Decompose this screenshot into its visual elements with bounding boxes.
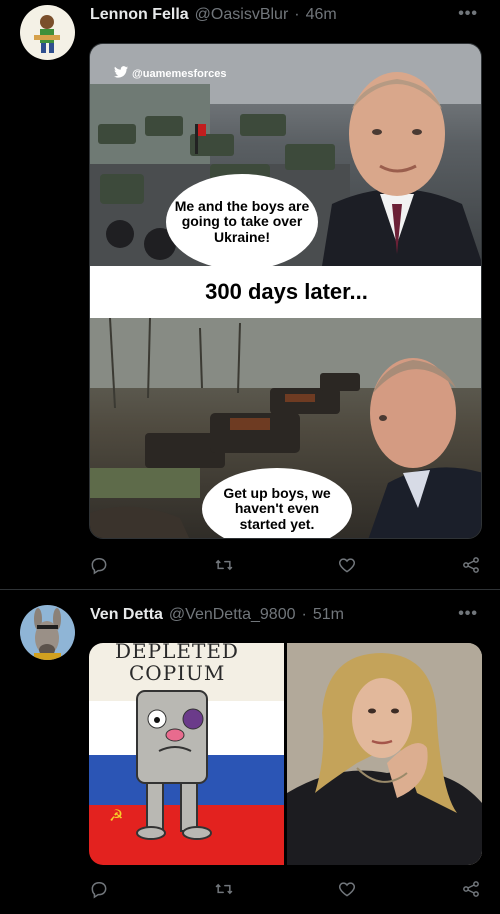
- tweet-media[interactable]: @uamemesforces Me and the boys are going…: [89, 43, 482, 539]
- retweet-icon[interactable]: [213, 878, 235, 900]
- timestamp[interactable]: 51m: [313, 606, 344, 624]
- man-figure: [312, 54, 481, 266]
- reply-icon[interactable]: [88, 554, 110, 576]
- tweet-media-right[interactable]: [287, 643, 482, 865]
- avatar[interactable]: [20, 605, 75, 660]
- user-handle[interactable]: @VenDetta_9800: [169, 606, 296, 624]
- meme-top-panel: @uamemesforces Me and the boys are going…: [90, 44, 481, 270]
- tweet-header: Lennon Fella @OasisvBlur · 46m: [90, 6, 337, 24]
- timestamp[interactable]: 46m: [306, 6, 337, 24]
- tweet-actions: [0, 554, 500, 578]
- meme-caption: 300 days later...: [205, 279, 368, 304]
- tweet[interactable]: Lennon Fella @OasisvBlur · 46m ••• @uame…: [0, 0, 500, 589]
- svg-text:☭: ☭: [109, 806, 123, 825]
- image-caption-line: DEPLETED: [115, 643, 239, 663]
- bird-icon: [114, 66, 128, 81]
- tweet-actions: [0, 878, 500, 902]
- meme-bottom-panel: Get up boys, we haven't even started yet…: [90, 318, 481, 538]
- tweet-header: Ven Detta @VenDetta_9800 · 51m: [90, 606, 344, 624]
- speech-bubble-top: Me and the boys are going to take over U…: [166, 174, 318, 270]
- avatar[interactable]: [20, 5, 75, 60]
- like-icon[interactable]: [336, 878, 358, 900]
- display-name[interactable]: Ven Detta: [90, 606, 163, 624]
- image-caption-line: COPIUM: [129, 661, 226, 685]
- meme-watermark: @uamemesforces: [114, 66, 227, 81]
- more-options-icon[interactable]: •••: [458, 605, 478, 623]
- user-handle[interactable]: @OasisvBlur: [195, 6, 289, 24]
- separator-dot: ·: [301, 606, 307, 623]
- tweet[interactable]: Ven Detta @VenDetta_9800 · 51m ••• ☭ DEP…: [0, 590, 500, 914]
- share-icon[interactable]: [460, 554, 482, 576]
- man-figure: [348, 348, 481, 538]
- more-options-icon[interactable]: •••: [458, 5, 478, 23]
- like-icon[interactable]: [336, 554, 358, 576]
- retweet-icon[interactable]: [213, 554, 235, 576]
- watermark-text: @uamemesforces: [132, 67, 227, 80]
- meme-caption-bar: 300 days later...: [90, 266, 481, 318]
- separator-dot: ·: [294, 6, 300, 23]
- reply-icon[interactable]: [88, 878, 110, 900]
- share-icon[interactable]: [460, 878, 482, 900]
- tweet-media-left[interactable]: ☭ DEPLETED COPIUM: [89, 643, 284, 865]
- display-name[interactable]: Lennon Fella: [90, 6, 189, 24]
